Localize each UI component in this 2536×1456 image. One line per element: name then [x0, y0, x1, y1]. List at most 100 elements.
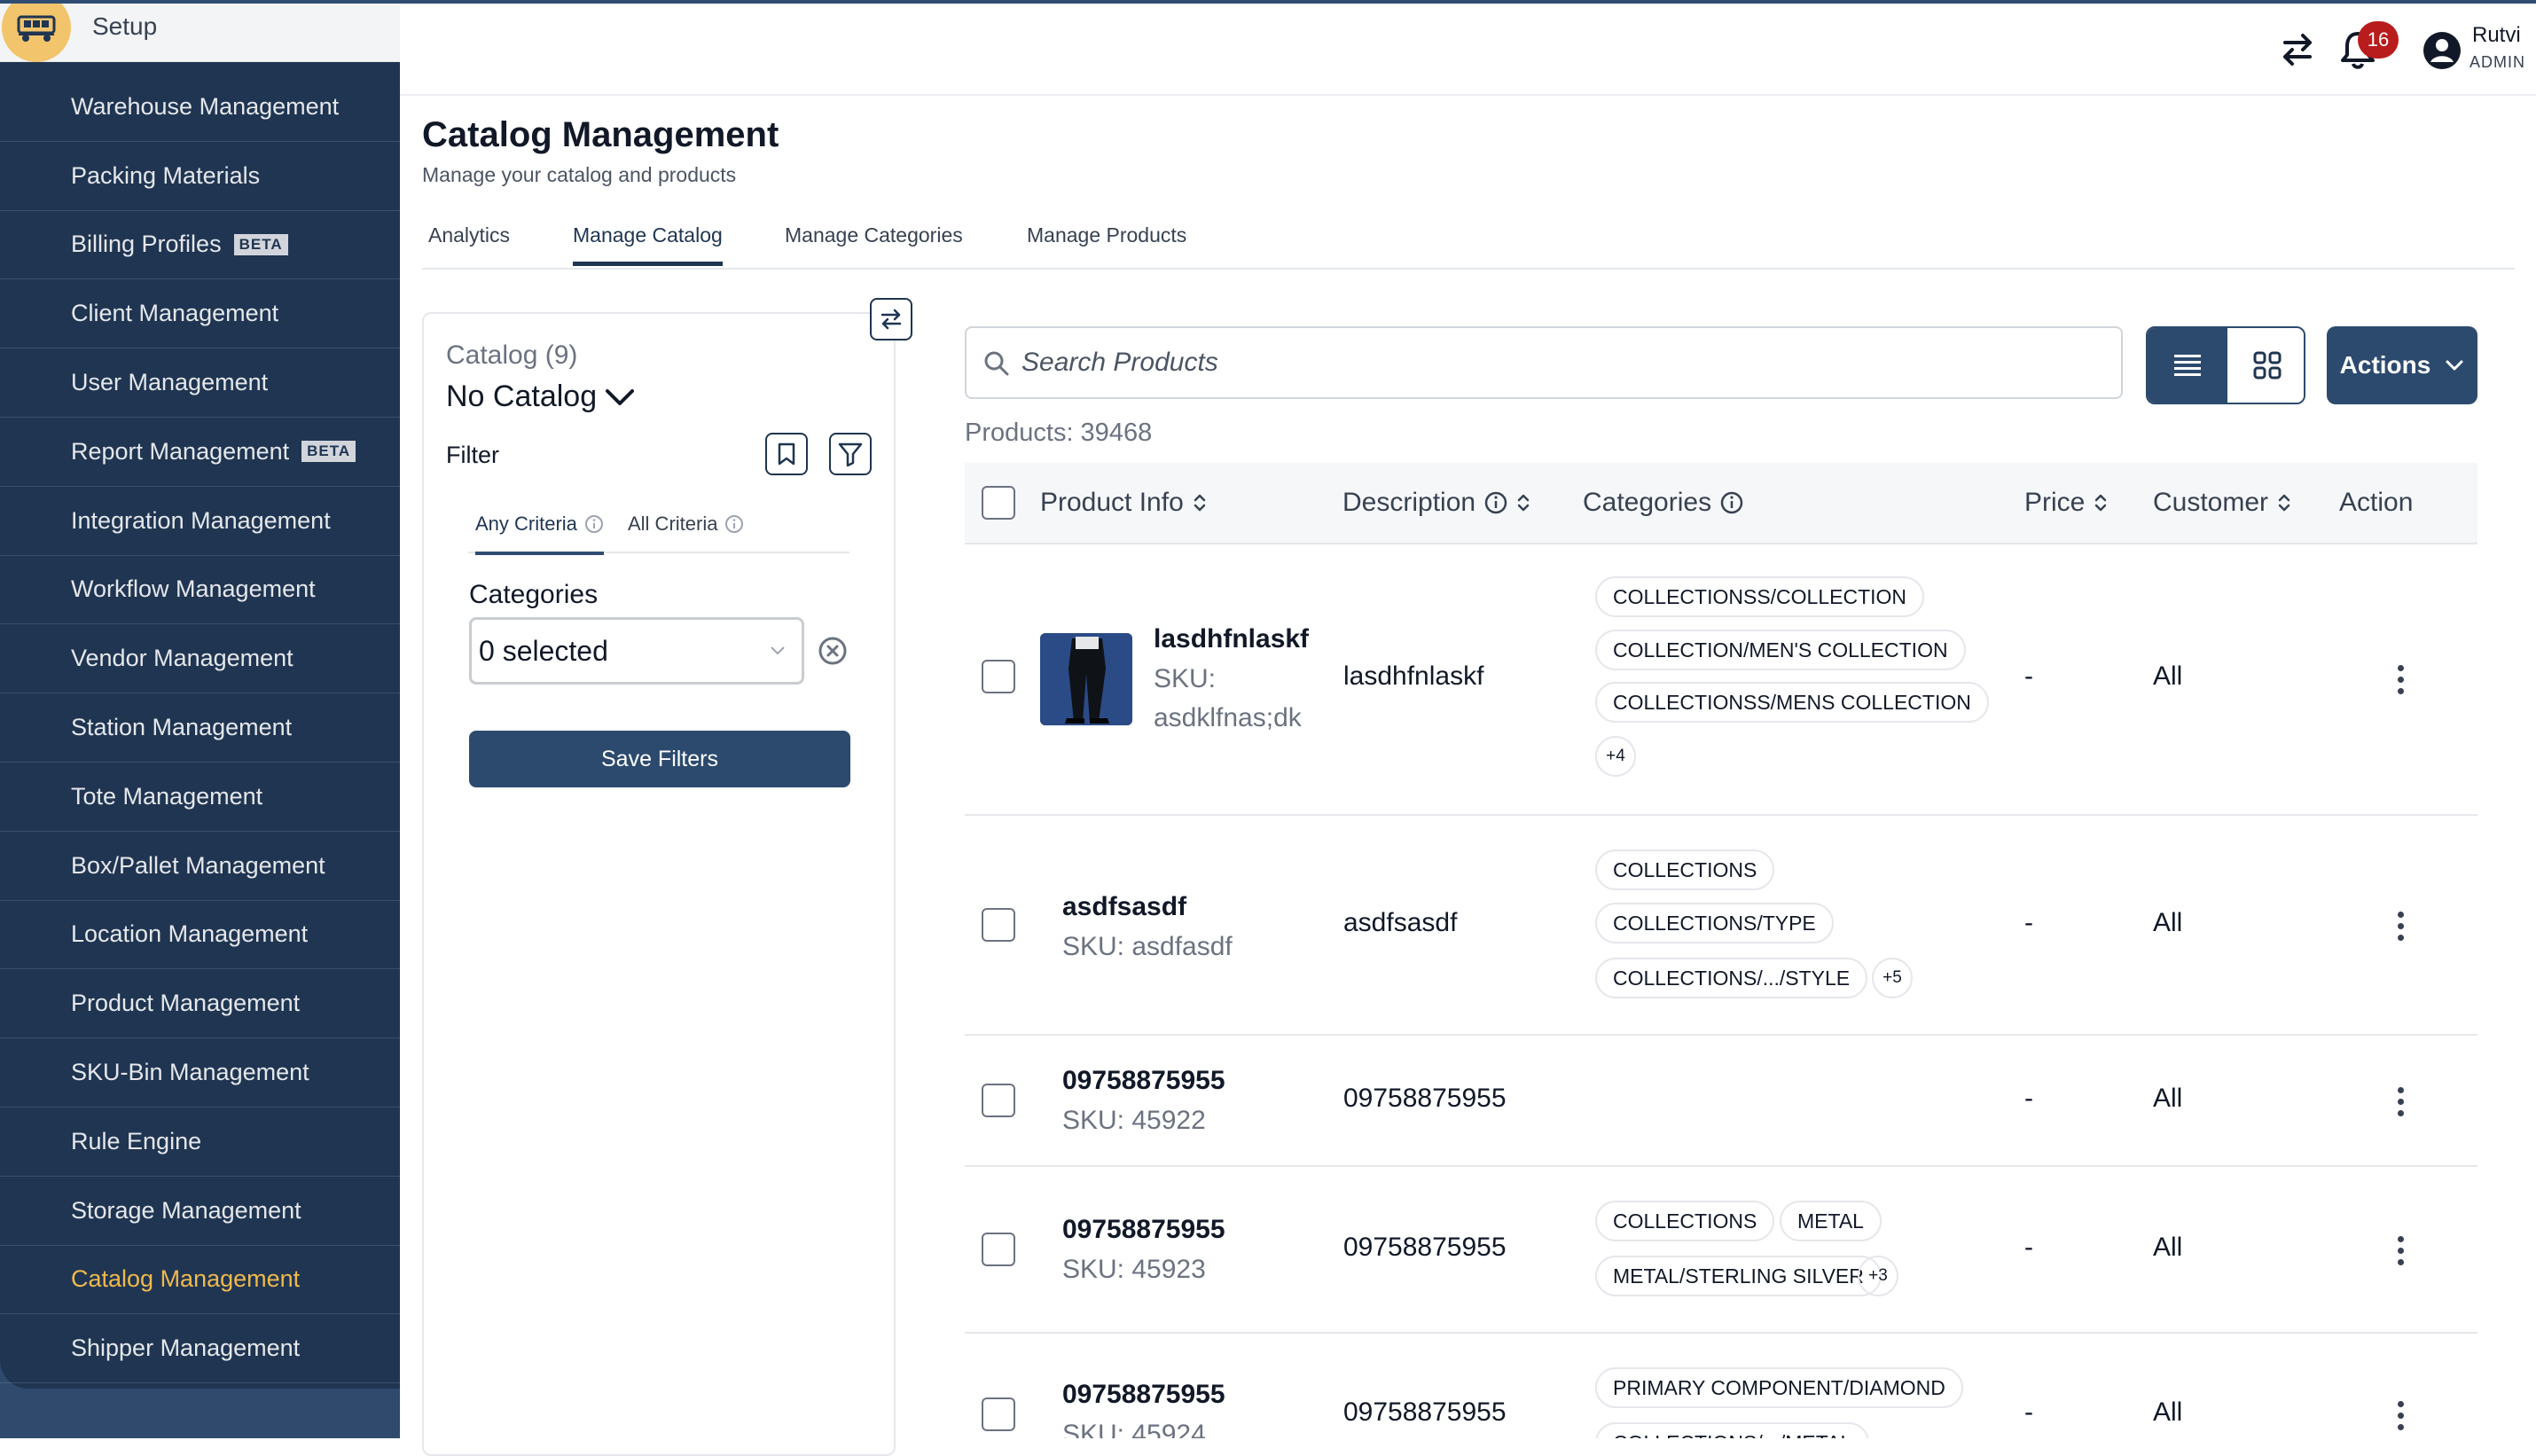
sidebar-item-box-pallet-management[interactable]: Box/Pallet Management	[0, 832, 400, 901]
category-chip: COLLECTIONS/.../METAL	[1595, 1422, 1870, 1438]
sidebar-item-label: Box/Pallet Management	[71, 851, 325, 879]
product-description: 09758875955	[1343, 1084, 1507, 1113]
sidebar-item-vendor-management[interactable]: Vendor Management	[0, 624, 400, 694]
setup-label[interactable]: Setup	[92, 12, 157, 41]
sidebar-item-label: Warehouse Management	[71, 92, 340, 120]
warehouse-logo-icon[interactable]	[2, 0, 71, 62]
sidebar-item-label: User Management	[71, 369, 269, 396]
user-name[interactable]: Rutvi	[2472, 23, 2521, 48]
product-customer: All	[2153, 661, 2183, 691]
grid-view-button[interactable]	[2227, 328, 2304, 403]
products-count: Products: 39468	[965, 419, 1153, 447]
more-categories-chip[interactable]: +4	[1595, 736, 1636, 777]
table-row[interactable]: 09758875955 SKU: 45924 09758875955 PRIMA…	[965, 1334, 2477, 1438]
row-checkbox[interactable]	[982, 1233, 1015, 1266]
sidebar-item-integration-management[interactable]: Integration Management	[0, 487, 400, 556]
category-chip: COLLECTIONSS/COLLECTION	[1595, 576, 1925, 617]
category-chip: COLLECTIONS	[1595, 1201, 1775, 1241]
table-row[interactable]: lasdhfnlaskf SKU: asdklfnas;dk lasdhfnla…	[965, 546, 2477, 816]
column-product-info[interactable]: Product Info	[1040, 488, 1207, 518]
sidebar-item-client-management[interactable]: Client Management	[0, 279, 400, 349]
funnel-filter-button[interactable]	[829, 433, 872, 475]
more-categories-chip[interactable]: +5	[1872, 958, 1913, 998]
column-label: Price	[2024, 488, 2086, 517]
categories-dropdown[interactable]: 0 selected	[469, 617, 804, 685]
sidebar-item-packing-materials[interactable]: Packing Materials	[0, 142, 400, 211]
sidebar-item-product-management[interactable]: Product Management	[0, 969, 400, 1039]
column-customer[interactable]: Customer	[2153, 488, 2291, 518]
product-name[interactable]: lasdhfnlaskf	[1154, 624, 1309, 654]
search-products-input[interactable]: Search Products	[965, 326, 2123, 399]
clear-categories-icon[interactable]	[817, 635, 849, 671]
row-menu-icon[interactable]	[2398, 912, 2407, 946]
column-price[interactable]: Price	[2024, 488, 2108, 518]
list-view-button[interactable]	[2148, 328, 2227, 403]
sidebar-item-shipper-management[interactable]: Shipper Management	[0, 1314, 400, 1384]
product-name[interactable]: 09758875955	[1062, 1066, 1225, 1096]
product-price: -	[2024, 661, 2033, 691]
user-avatar-icon[interactable]	[2422, 30, 2462, 71]
sidebar-item-catalog-management[interactable]: Catalog Management	[0, 1246, 400, 1315]
beta-badge: BETA	[233, 233, 288, 255]
product-thumbnail[interactable]	[1040, 633, 1132, 725]
table-row[interactable]: 09758875955 SKU: 45922 09758875955 - All	[965, 1036, 2477, 1167]
tab-any-criteria[interactable]: Any Criteria	[475, 513, 604, 555]
sidebar-item-sku-bin-management[interactable]: SKU-Bin Management	[0, 1038, 400, 1108]
table-row[interactable]: 09758875955 SKU: 45923 09758875955 COLLE…	[965, 1167, 2477, 1334]
sidebar-nav: Warehouse Management Packing Materials Bil…	[0, 73, 400, 1384]
row-menu-icon[interactable]	[2398, 1401, 2407, 1436]
sidebar-item-warehouse-management[interactable]: Warehouse Management	[0, 73, 400, 142]
sidebar-item-storage-management[interactable]: Storage Management	[0, 1177, 400, 1246]
row-menu-icon[interactable]	[2398, 665, 2407, 700]
sidebar-item-user-management[interactable]: User Management	[0, 348, 400, 418]
info-icon	[725, 515, 744, 533]
user-role: ADMIN	[2469, 53, 2525, 71]
filter-panel	[422, 312, 896, 1456]
switch-arrows-icon[interactable]	[2278, 30, 2317, 69]
chevron-down-icon	[606, 388, 635, 405]
actions-dropdown-button[interactable]: Actions	[2327, 326, 2477, 404]
list-icon	[2174, 355, 2201, 376]
sidebar-item-station-management[interactable]: Station Management	[0, 693, 400, 763]
row-menu-icon[interactable]	[2398, 1236, 2407, 1271]
select-all-checkbox[interactable]	[982, 486, 1015, 520]
row-checkbox[interactable]	[982, 1397, 1015, 1431]
setup-bar[interactable]: Setup	[0, 0, 400, 62]
product-name[interactable]: asdfsasdf	[1062, 892, 1186, 922]
more-categories-chip[interactable]: +3	[1858, 1256, 1898, 1296]
product-name[interactable]: 09758875955	[1062, 1215, 1225, 1245]
row-menu-icon[interactable]	[2398, 1087, 2407, 1122]
top-accent-line	[0, 0, 2536, 4]
row-checkbox[interactable]	[982, 660, 1015, 693]
row-checkbox[interactable]	[982, 908, 1015, 942]
criteria-tabs: Any Criteria All Criteria	[468, 497, 849, 555]
sidebar-item-location-management[interactable]: Location Management	[0, 901, 400, 970]
sidebar-item-workflow-management[interactable]: Workflow Management	[0, 556, 400, 625]
tab-manage-catalog[interactable]: Manage Catalog	[573, 223, 723, 266]
catalog-selector[interactable]: No Catalog	[446, 380, 636, 414]
product-name[interactable]: 09758875955	[1062, 1380, 1225, 1410]
save-filters-button[interactable]: Save Filters	[469, 731, 850, 787]
row-checkbox[interactable]	[982, 1084, 1015, 1117]
tab-analytics[interactable]: Analytics	[428, 223, 510, 262]
column-categories[interactable]: Categories	[1583, 488, 1743, 518]
any-criteria-label: Any Criteria	[475, 513, 577, 535]
swap-panel-button[interactable]	[870, 298, 912, 341]
page-subtitle: Manage your catalog and products	[422, 163, 737, 186]
tab-manage-products[interactable]: Manage Products	[1027, 223, 1186, 262]
view-toggle	[2146, 326, 2305, 404]
sidebar-item-billing-profiles[interactable]: Billing Profiles BETA	[0, 211, 400, 280]
table-row[interactable]: asdfsasdf SKU: asdfasdf asdfsasdf COLLEC…	[965, 816, 2477, 1036]
sidebar-item-label: Catalog Management	[71, 1265, 301, 1293]
category-chip: COLLECTION/MEN'S COLLECTION	[1595, 630, 1966, 670]
sidebar-item-report-management[interactable]: Report Management BETA	[0, 418, 400, 487]
sidebar-item-label: Rule Engine	[71, 1127, 202, 1155]
sidebar-item-tote-management[interactable]: Tote Management	[0, 763, 400, 832]
column-label: Product Info	[1040, 488, 1184, 517]
column-description[interactable]: Description	[1342, 488, 1530, 518]
bookmark-icon	[778, 442, 795, 466]
tab-all-criteria[interactable]: All Criteria	[628, 513, 744, 552]
tab-manage-categories[interactable]: Manage Categories	[785, 223, 963, 262]
bookmark-filter-button[interactable]	[765, 433, 808, 475]
sidebar-item-rule-engine[interactable]: Rule Engine	[0, 1108, 400, 1177]
